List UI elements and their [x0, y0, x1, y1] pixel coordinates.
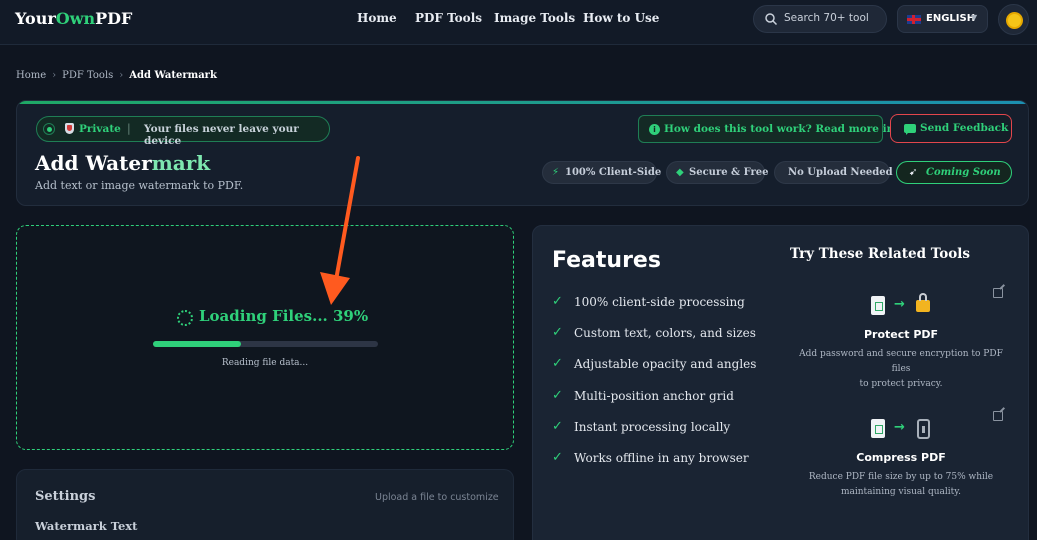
feature-item-label: Instant processing locally [574, 420, 731, 434]
pdf-file-icon [871, 419, 885, 438]
page-title-part2: mark [151, 151, 211, 175]
settings-panel: Settings Upload a file to customize Wate… [16, 469, 514, 540]
nav-pdf-tools[interactable]: PDF Tools [415, 11, 482, 25]
external-link-icon[interactable] [993, 411, 1003, 421]
compress-icon [917, 419, 930, 439]
loading-detail: Reading file data... [221, 358, 309, 368]
rocket-icon: ➹ [909, 167, 918, 178]
tag-secure-free: ◆ Secure & Free [666, 161, 769, 184]
page-title-part1: Add Water [35, 151, 152, 175]
spinner-icon [177, 310, 193, 326]
check-icon: ✓ [552, 450, 563, 465]
tag-coming-soon: ➹ Coming Soon [896, 161, 1012, 184]
breadcrumb-chevron-icon: › [119, 70, 124, 81]
how-it-works-button[interactable]: i How does this tool work? Read more inf… [638, 115, 906, 143]
tag-secure-free-label: Secure & Free [689, 167, 769, 178]
progress-bar [153, 341, 378, 347]
send-feedback-label: Send Feedback [920, 122, 1009, 134]
tag-no-upload: No Upload Needed [774, 161, 893, 184]
breadcrumb-home[interactable]: Home [16, 70, 46, 81]
page-subtitle: Add text or image watermark to PDF. [35, 179, 244, 192]
progress-bar-fill [153, 341, 241, 347]
pdf-file-icon [871, 296, 885, 315]
tool-description-line: Add password and secure encryption to PD… [799, 349, 1003, 374]
send-feedback-button[interactable]: Send Feedback [890, 114, 1012, 143]
nav-home[interactable]: Home [357, 11, 397, 25]
chat-icon [904, 124, 916, 135]
check-icon: ✓ [552, 388, 563, 403]
tool-description-line: Reduce PDF file size by up to 75% while [808, 472, 994, 482]
arrow-right-icon: → [894, 297, 905, 312]
check-icon: ✓ [552, 356, 563, 371]
page-title: Add Watermark [35, 151, 210, 175]
related-tools-title: Try These Related Tools [790, 246, 970, 262]
file-dropzone[interactable]: Loading Files... 39% Reading file data..… [16, 225, 514, 450]
arrow-right-icon: → [894, 420, 905, 435]
related-tool-protect-pdf[interactable]: → Protect PDF Add password and secure en… [791, 288, 1011, 398]
language-label: ENGLISH [926, 13, 976, 24]
sun-icon [1008, 14, 1021, 27]
tool-description-line: maintaining visual quality. [840, 487, 962, 497]
info-icon: i [649, 124, 660, 135]
privacy-separator: | [127, 122, 131, 135]
privacy-badge: Private | Your files never leave your de… [36, 116, 330, 147]
logo-part-your: Your [15, 9, 56, 28]
feature-item-label: Custom text, colors, and sizes [574, 326, 756, 340]
external-link-icon[interactable] [993, 288, 1003, 298]
search-input[interactable]: Search 70+ tool [753, 5, 887, 33]
nav-how-to-use[interactable]: How to Use [583, 11, 659, 25]
feature-item-label: Works offline in any browser [574, 451, 749, 465]
tool-hero-card: Private | Your files never leave your de… [16, 100, 1029, 206]
search-icon [765, 13, 778, 26]
status-dot-icon [43, 123, 55, 135]
uk-flag-icon [907, 15, 921, 24]
breadcrumb-chevron-icon: › [52, 70, 57, 81]
settings-hint: Upload a file to customize [375, 492, 499, 503]
theme-toggle-button[interactable] [998, 4, 1029, 35]
check-icon: ✓ [552, 294, 563, 309]
language-selector[interactable]: ENGLISH ▼ [897, 5, 988, 33]
tool-name: Protect PDF [863, 328, 939, 341]
breadcrumb-pdf-tools[interactable]: PDF Tools [62, 70, 113, 81]
tag-no-upload-label: No Upload Needed [788, 167, 893, 178]
breadcrumb: Home › PDF Tools › Add Watermark [16, 70, 223, 81]
breadcrumb-current: Add Watermark [129, 70, 217, 81]
how-it-works-label: How does this tool work? Read more info [664, 123, 906, 135]
privacy-description: Your files never leave your device [144, 123, 299, 147]
settings-title: Settings [35, 489, 96, 504]
lock-icon [916, 293, 930, 312]
shield-icon: ◆ [676, 167, 684, 178]
privacy-label: Private [79, 123, 121, 135]
check-icon: ✓ [552, 419, 563, 434]
logo[interactable]: YourOwnPDF [15, 9, 132, 28]
chevron-down-icon: ▼ [971, 13, 978, 22]
features-panel: Features ✓ 100% client-side processing ✓ C… [532, 225, 1029, 540]
features-title: Features [552, 248, 661, 273]
tag-client-side-label: 100% Client-Side [565, 167, 662, 178]
tool-name: Compress PDF [856, 451, 946, 464]
watermark-text-label: Watermark Text [35, 519, 138, 533]
tool-description: Reduce PDF file size by up to 75% while m… [791, 470, 1011, 500]
loading-text: Loading Files... 39% [199, 307, 369, 325]
logo-part-pdf: PDF [95, 9, 133, 28]
feature-item-label: 100% client-side processing [574, 295, 745, 309]
bolt-icon: ⚡ [552, 167, 560, 178]
nav-image-tools[interactable]: Image Tools [494, 11, 575, 25]
feature-item-label: Multi-position anchor grid [574, 389, 734, 403]
check-icon: ✓ [552, 325, 563, 340]
tag-client-side: ⚡ 100% Client-Side [542, 161, 661, 184]
logo-part-own: Own [55, 9, 96, 28]
feature-item-label: Adjustable opacity and angles [574, 357, 757, 371]
related-tool-compress-pdf[interactable]: → Compress PDF Reduce PDF file size by u… [791, 411, 1011, 521]
search-placeholder: Search 70+ tool [784, 12, 869, 24]
shield-icon [65, 123, 74, 134]
tool-description-line: to protect privacy. [859, 379, 943, 389]
top-navbar: YourOwnPDF Home PDF Tools Image Tools Ho… [0, 0, 1037, 45]
tag-coming-soon-label: Coming Soon [926, 167, 1001, 178]
hero-accent-bar [17, 101, 1028, 104]
tool-description: Add password and secure encryption to PD… [791, 347, 1011, 392]
